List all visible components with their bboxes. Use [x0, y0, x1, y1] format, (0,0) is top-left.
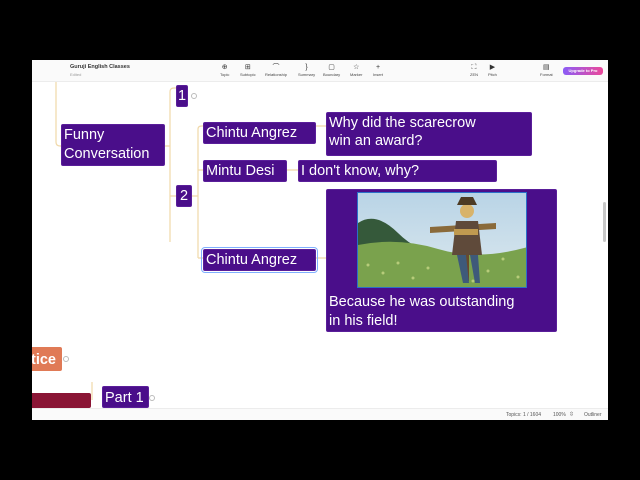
topic-partial-hidden[interactable]: [32, 393, 91, 408]
topic-speaker-mintu[interactable]: Mintu Desi: [203, 160, 287, 182]
mindmap-canvas[interactable]: Funny Conversation 1 2 Chintu Angrez Why…: [32, 82, 608, 408]
scarecrow-image: [357, 192, 527, 288]
zoom-stepper-icon[interactable]: ⇳: [569, 411, 574, 418]
zoom-level[interactable]: 100%: [553, 412, 566, 418]
topic-speaker-chintu-2[interactable]: Chintu Angrez: [201, 247, 318, 273]
outliner-button[interactable]: Outliner: [584, 412, 602, 418]
scarecrow-illustration: [358, 193, 526, 287]
collapse-toggle[interactable]: [149, 395, 155, 401]
subtopic-icon: ⊞: [244, 64, 251, 71]
topic-button[interactable]: ⊕ Topic: [220, 63, 229, 77]
topic-line-outstanding-text: Because he was outstanding in his field!: [329, 294, 515, 329]
insert-button[interactable]: + Insert: [373, 63, 383, 77]
branch-line: [192, 125, 203, 259]
relationship-icon: ⌒: [272, 64, 280, 71]
topic-line-scarecrow-question[interactable]: Why did the scarecrow win an award?: [326, 112, 532, 156]
zen-icon: ⛶: [471, 64, 477, 71]
marker-icon: ☆: [353, 64, 360, 71]
topic-count: Topics: 1 / 1604: [506, 412, 542, 418]
zen-label: ZEN: [470, 72, 478, 77]
insert-label: Insert: [373, 72, 384, 77]
topic-branch-2[interactable]: 2: [176, 185, 192, 207]
topic-line-dont-know[interactable]: I don't know, why?: [298, 160, 497, 182]
document-title: Guruji English Classes: [70, 64, 130, 70]
topic-funny-conversation[interactable]: Funny Conversation: [61, 124, 165, 166]
topic-speaker-chintu-1[interactable]: Chintu Angrez: [203, 122, 316, 144]
document-status: Edited: [70, 72, 82, 77]
boundary-icon: ▢: [328, 64, 335, 71]
branch-line: [164, 87, 177, 242]
relationship-button[interactable]: ⌒ Relationship: [265, 63, 287, 77]
subtopic-label: Subtopic: [240, 72, 256, 77]
summary-button[interactable]: } Summary: [298, 63, 315, 77]
marker-button[interactable]: ☆ Marker: [350, 63, 362, 77]
summary-icon: }: [305, 64, 308, 71]
relationship-label: Relationship: [265, 72, 288, 77]
summary-label: Summary: [298, 72, 316, 77]
topic-branch-1[interactable]: 1: [176, 85, 188, 107]
vertical-scrollbar[interactable]: [603, 202, 606, 242]
toolbar: Guruji English Classes Edited ⊕ Topic ⊞ …: [32, 60, 608, 82]
subtopic-button[interactable]: ⊞ Subtopic: [240, 63, 256, 77]
topic-partial-practice[interactable]: tice: [32, 347, 62, 371]
format-label: Format: [540, 72, 553, 77]
boundary-button[interactable]: ▢ Boundary: [323, 63, 340, 77]
upgrade-button[interactable]: Upgrade to Pro: [563, 67, 603, 75]
insert-icon: +: [375, 64, 381, 71]
collapse-toggle[interactable]: [63, 356, 69, 362]
topic-line-outstanding[interactable]: Because he was outstanding in his field!: [326, 189, 557, 332]
topic-icon: ⊕: [221, 64, 228, 71]
mindmap-window: Guruji English Classes Edited ⊕ Topic ⊞ …: [32, 60, 608, 420]
marker-label: Marker: [350, 72, 363, 77]
branch-line: [287, 125, 326, 259]
boundary-label: Boundary: [323, 72, 341, 77]
zen-button[interactable]: ⛶ ZEN: [470, 63, 478, 77]
collapse-toggle[interactable]: [191, 93, 197, 99]
topic-label: Topic: [220, 72, 230, 77]
topic-part-1[interactable]: Part 1: [102, 386, 149, 408]
format-icon: ▤: [543, 64, 550, 71]
status-bar: Topics: 1 / 1604 100% ⇳ Outliner: [32, 408, 608, 420]
pitch-label: Pitch: [488, 72, 497, 77]
format-button[interactable]: ▤ Format: [540, 63, 553, 77]
pitch-button[interactable]: ▶ Pitch: [488, 63, 497, 77]
pitch-icon: ▶: [489, 64, 496, 71]
